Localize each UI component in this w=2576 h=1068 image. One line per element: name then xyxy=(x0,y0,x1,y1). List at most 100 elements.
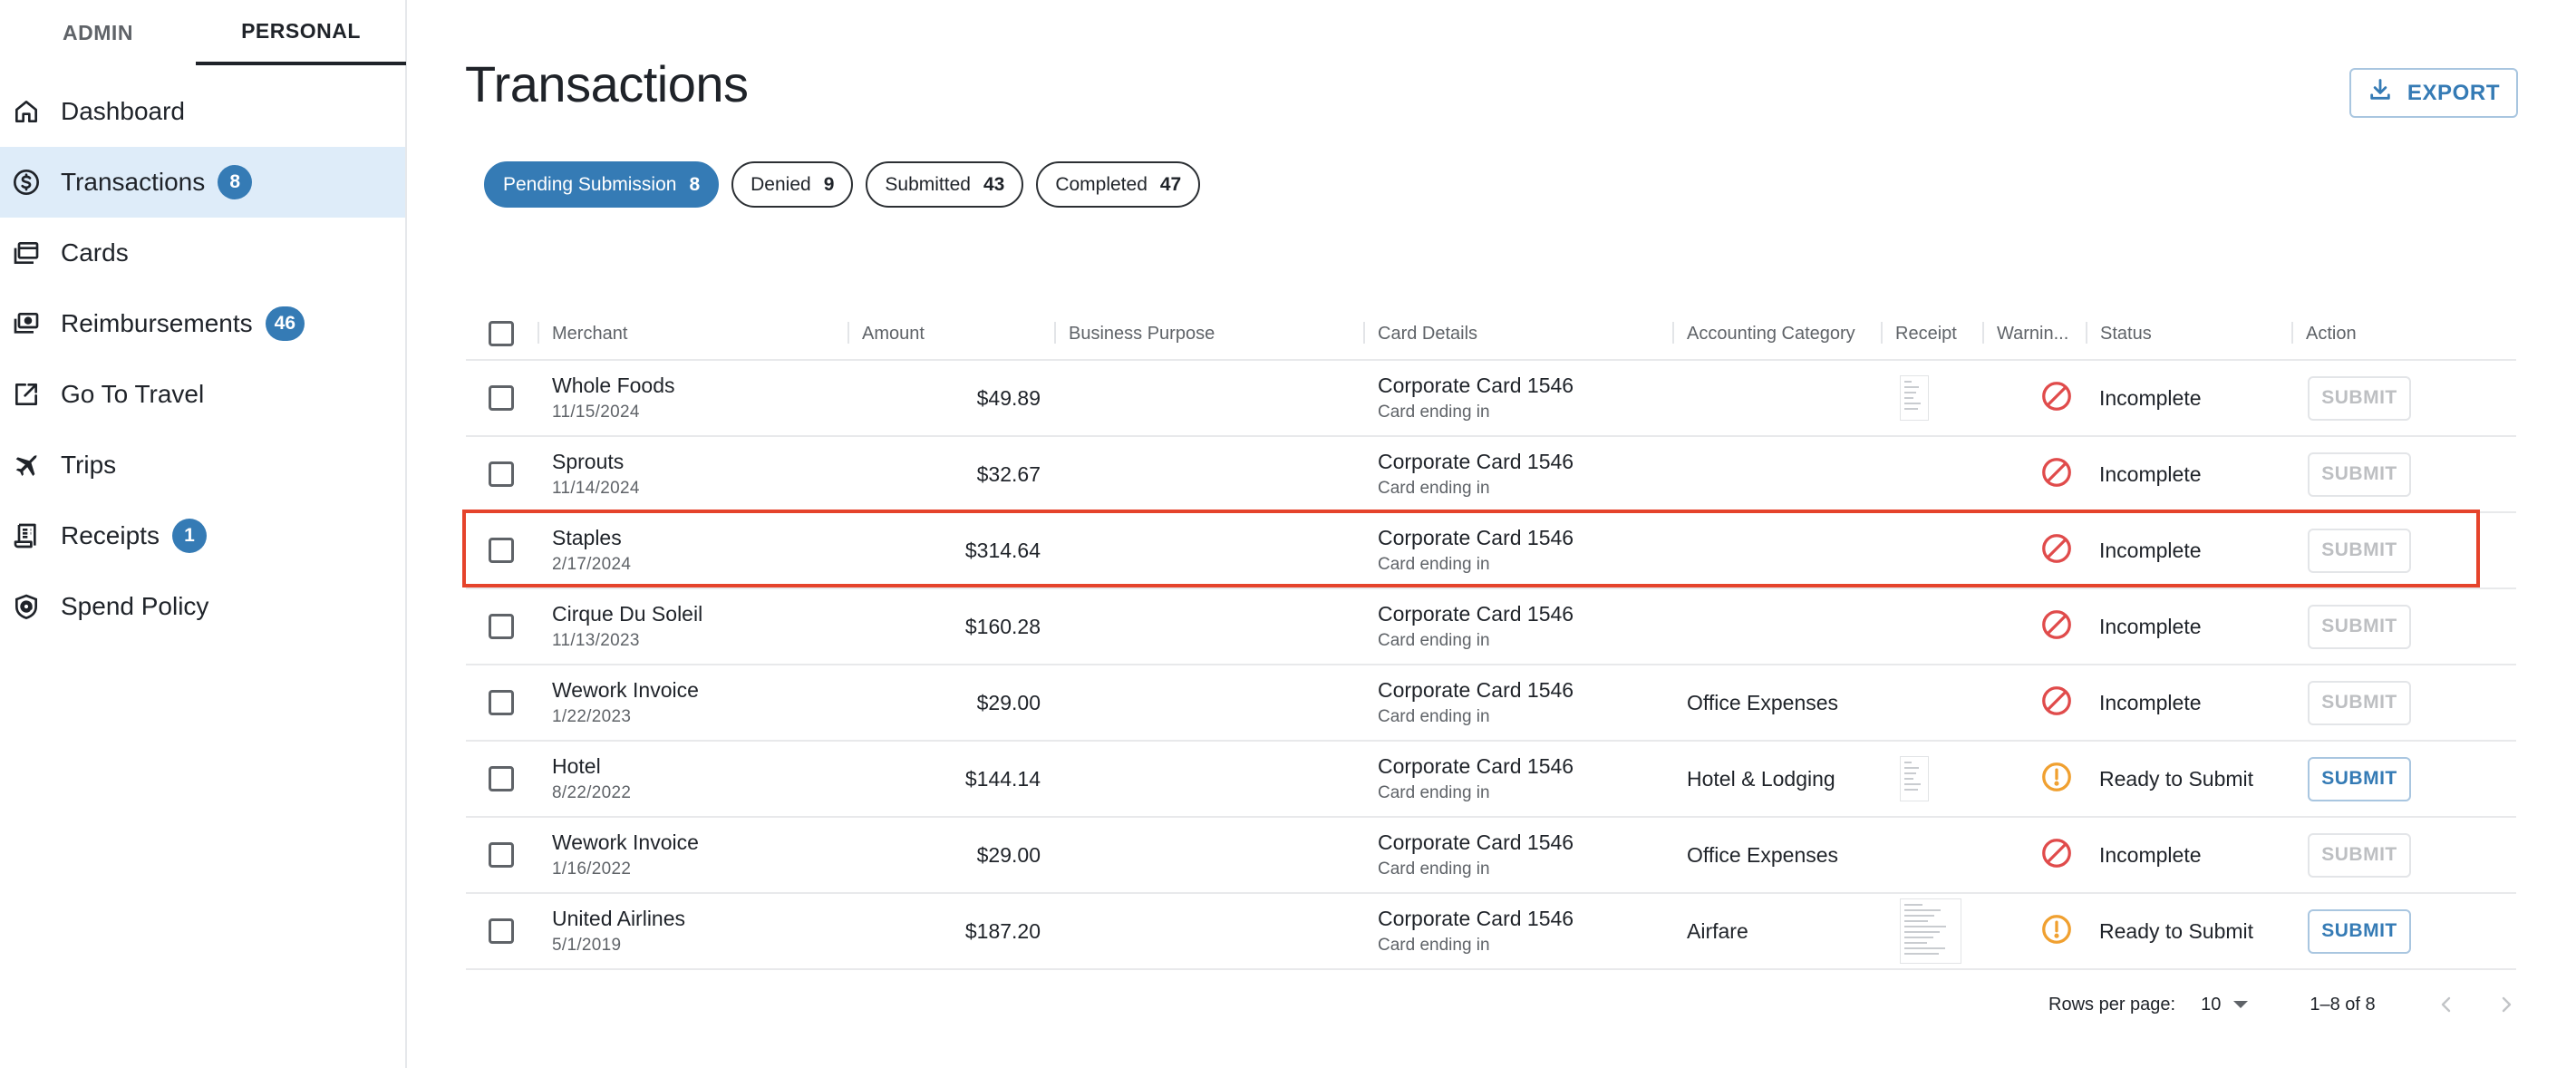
column-header-action[interactable]: Action xyxy=(2291,308,2516,359)
tab-admin[interactable]: ADMIN xyxy=(0,0,196,65)
table-row[interactable]: United Airlines 5/1/2019 $187.20 Corporate … xyxy=(466,894,2516,970)
card-name: Corporate Card 1546 xyxy=(1378,526,1574,549)
accounting-category-cell[interactable] xyxy=(1687,513,1877,587)
merchant-name: Wework Invoice xyxy=(552,830,699,854)
business-purpose-cell[interactable] xyxy=(1069,513,1359,587)
receipt-thumbnail[interactable] xyxy=(1900,898,1961,964)
table-row[interactable]: Cirque Du Soleil 11/13/2023 $160.28 Corpora… xyxy=(466,589,2516,665)
column-header-card-details[interactable]: Card Details xyxy=(1363,308,1672,359)
submit-button[interactable]: SUBMIT xyxy=(2308,908,2411,954)
column-header-receipt[interactable]: Receipt xyxy=(1881,308,1982,359)
table-row[interactable]: Staples 2/17/2024 $314.64 Corporate Card 15… xyxy=(466,513,2516,589)
next-page-button[interactable] xyxy=(2488,986,2524,1023)
accounting-category-cell[interactable] xyxy=(1687,437,1877,511)
merchant-name: Cirque Du Soleil xyxy=(552,602,703,626)
alert-circle-icon[interactable] xyxy=(2040,761,2077,798)
blocked-icon[interactable] xyxy=(2040,532,2077,569)
sidebar-item-trips[interactable]: Trips xyxy=(0,430,405,500)
submit-button[interactable]: SUBMIT xyxy=(2308,832,2411,878)
merchant-cell: Cirque Du Soleil 11/13/2023 xyxy=(552,589,842,664)
sidebar-item-dashboard[interactable]: Dashboard xyxy=(0,76,405,147)
tab-personal[interactable]: PERSONAL xyxy=(196,0,406,65)
row-checkbox[interactable] xyxy=(489,842,514,868)
accounting-category-cell[interactable]: Airfare xyxy=(1687,894,1877,968)
merchant-cell: United Airlines 5/1/2019 xyxy=(552,894,842,968)
status-cell: Incomplete xyxy=(2099,818,2290,892)
action-cell: SUBMIT xyxy=(2308,894,2426,968)
blocked-icon[interactable] xyxy=(2040,608,2077,646)
business-purpose-cell[interactable] xyxy=(1069,437,1359,511)
receipt-thumbnail[interactable] xyxy=(1900,375,1929,421)
card-ending: Card ending in xyxy=(1378,859,1490,879)
filter-count: 8 xyxy=(689,173,701,195)
table-row[interactable]: Sprouts 11/14/2024 $32.67 Corporate Card 15… xyxy=(466,437,2516,513)
row-checkbox[interactable] xyxy=(489,690,514,715)
sidebar-item-reimbursements[interactable]: Reimbursements 46 xyxy=(0,288,405,359)
column-header-business-purpose[interactable]: Business Purpose xyxy=(1054,308,1363,359)
accounting-category-cell[interactable]: Office Expenses xyxy=(1687,818,1877,892)
column-header-warnings[interactable]: Warnin... xyxy=(1982,308,2086,359)
transaction-date: 8/22/2022 xyxy=(552,783,632,802)
table-row[interactable]: Hotel 8/22/2022 $144.14 Corporate Card 1546… xyxy=(466,742,2516,818)
blocked-icon[interactable] xyxy=(2040,837,2077,874)
row-checkbox[interactable] xyxy=(489,918,514,944)
blocked-icon[interactable] xyxy=(2040,380,2077,417)
submit-button[interactable]: SUBMIT xyxy=(2308,528,2411,573)
business-purpose-cell[interactable] xyxy=(1069,818,1359,892)
sidebar-item-spend-policy[interactable]: Spend Policy xyxy=(0,571,405,642)
select-all-checkbox[interactable] xyxy=(489,321,514,346)
accounting-category-cell[interactable] xyxy=(1687,589,1877,664)
submit-button[interactable]: SUBMIT xyxy=(2308,756,2411,801)
receipt-cell xyxy=(1900,589,1981,664)
business-purpose-cell[interactable] xyxy=(1069,361,1359,435)
sidebar-item-receipts[interactable]: Receipts 1 xyxy=(0,500,405,571)
airplane-icon xyxy=(11,450,42,481)
blocked-icon[interactable] xyxy=(2040,456,2077,493)
accounting-category-cell[interactable] xyxy=(1687,361,1877,435)
business-purpose-cell[interactable] xyxy=(1069,589,1359,664)
column-header-amount[interactable]: Amount xyxy=(847,308,1054,359)
filter-pending-submission[interactable]: Pending Submission 8 xyxy=(484,161,720,208)
column-header-accounting-category[interactable]: Accounting Category xyxy=(1672,308,1881,359)
receipt-thumbnail[interactable] xyxy=(1900,756,1929,801)
merchant-cell: Hotel 8/22/2022 xyxy=(552,742,842,816)
receipt-cell xyxy=(1900,818,1981,892)
table-row[interactable]: Whole Foods 11/15/2024 $49.89 Corporate Car… xyxy=(466,361,2516,437)
blocked-icon[interactable] xyxy=(2040,684,2077,722)
status-text: Incomplete xyxy=(2099,385,2202,410)
previous-page-button[interactable] xyxy=(2428,986,2465,1023)
table-row[interactable]: Wework Invoice 1/16/2022 $29.00 Corporate C… xyxy=(466,818,2516,894)
sidebar-item-transactions[interactable]: Transactions 8 xyxy=(0,147,405,218)
accounting-category-cell[interactable]: Hotel & Lodging xyxy=(1687,742,1877,816)
sidebar-item-cards[interactable]: Cards xyxy=(0,218,405,288)
business-purpose-cell[interactable] xyxy=(1069,894,1359,968)
table-row[interactable]: Wework Invoice 1/22/2023 $29.00 Corporate C… xyxy=(466,665,2516,742)
warning-cell xyxy=(2040,665,2077,740)
sidebar-item-go-to-travel[interactable]: Go To Travel xyxy=(0,359,405,430)
filter-completed[interactable]: Completed 47 xyxy=(1036,161,1201,208)
status-cell: Ready to Submit xyxy=(2099,742,2290,816)
export-button[interactable]: EXPORT xyxy=(2349,68,2518,118)
row-checkbox[interactable] xyxy=(489,538,514,563)
submit-button[interactable]: SUBMIT xyxy=(2308,680,2411,725)
alert-circle-icon[interactable] xyxy=(2040,913,2077,950)
submit-button[interactable]: SUBMIT xyxy=(2308,375,2411,421)
status-cell: Incomplete xyxy=(2099,665,2290,740)
column-header-merchant[interactable]: Merchant xyxy=(537,308,847,359)
column-header-status[interactable]: Status xyxy=(2086,308,2291,359)
filter-denied[interactable]: Denied 9 xyxy=(731,161,854,208)
row-checkbox[interactable] xyxy=(489,461,514,487)
accounting-category-cell[interactable]: Office Expenses xyxy=(1687,665,1877,740)
filter-submitted[interactable]: Submitted 43 xyxy=(866,161,1024,208)
row-checkbox[interactable] xyxy=(489,766,514,791)
row-checkbox[interactable] xyxy=(489,385,514,411)
submit-button[interactable]: SUBMIT xyxy=(2308,451,2411,497)
sidebar: ADMIN PERSONAL Dashboard Transactions 8 Car… xyxy=(0,0,407,1068)
dollar-circle-icon xyxy=(11,167,42,198)
business-purpose-cell[interactable] xyxy=(1069,742,1359,816)
rows-per-page-select[interactable]: 10 xyxy=(2201,995,2249,1015)
submit-button[interactable]: SUBMIT xyxy=(2308,604,2411,649)
card-name: Corporate Card 1546 xyxy=(1378,754,1574,778)
business-purpose-cell[interactable] xyxy=(1069,665,1359,740)
row-checkbox[interactable] xyxy=(489,614,514,639)
